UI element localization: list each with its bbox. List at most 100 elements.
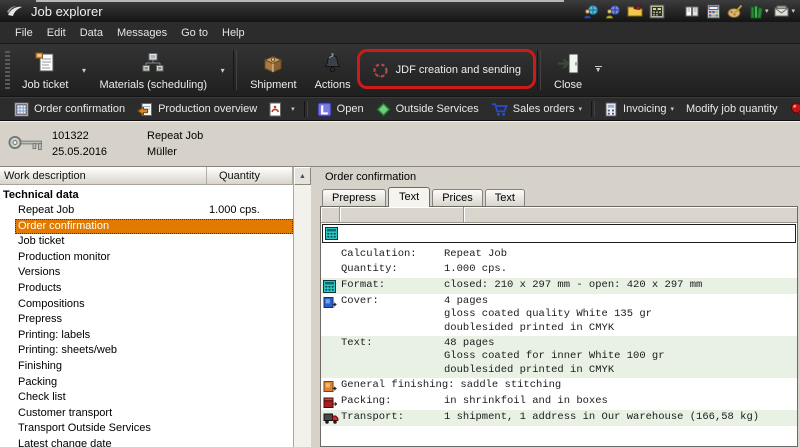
tree-item-order-confirmation[interactable]: Order confirmation (15, 219, 293, 235)
detail-value-line: gloss coated quality White 135 gr (444, 308, 652, 321)
calculator-color-icon (706, 4, 721, 19)
tree-item-label: Packing (0, 375, 201, 391)
shipment-button[interactable]: Shipment (241, 44, 305, 96)
tree-item-customer-transport[interactable]: Customer transport (0, 406, 293, 422)
tree-item-printing-sheets-web[interactable]: Printing: sheets/web (0, 343, 293, 359)
menu-item-file[interactable]: File (8, 24, 40, 42)
materials-scheduling-dropdown-button[interactable]: ▾ (216, 44, 229, 96)
tree-item-production-monitor[interactable]: Production monitor (0, 250, 293, 266)
detail-value-line: doublesided printed in CMYK (444, 364, 665, 377)
detail-rows: Calculation:Repeat JobQuantity:1.000 cps… (321, 244, 797, 446)
tree-item-versions[interactable]: Versions (0, 265, 293, 281)
tree-item-job-ticket[interactable]: Job ticket (0, 234, 293, 250)
jdf-creation-and-sending-button[interactable]: JDF creation and sending (360, 44, 533, 96)
job-ticket-button[interactable]: Job ticket (13, 44, 77, 96)
tree-item-latest-change-date[interactable]: Latest change date (0, 437, 293, 447)
tree-group-technical-data[interactable]: Technical data (0, 187, 293, 203)
invoicing-button[interactable]: Invoicing▾ (598, 100, 680, 119)
tree-item-printing-labels[interactable]: Printing: labels (0, 328, 293, 344)
books-button[interactable]: ▾ (746, 3, 772, 20)
detail-label: Transport: (341, 411, 444, 425)
actions-button[interactable]: Actions (306, 44, 360, 96)
arrow-up-icon: ▲ (299, 173, 306, 180)
open-button[interactable]: Open (311, 100, 370, 119)
tree-item-transport-outside-services[interactable]: Transport Outside Services (0, 421, 293, 437)
jdf-circle-icon (372, 62, 389, 79)
detail-value: in shrinkfoil and in boxes (444, 395, 608, 409)
tree-item-prepress[interactable]: Prepress (0, 312, 293, 328)
tree-item-repeat-job[interactable]: Repeat Job1.000 cps. (0, 203, 293, 219)
tree-item-label: Job ticket (0, 234, 201, 250)
detail-packing: Packing:in shrinkfoil and in boxes (321, 394, 797, 410)
button-label: Job ticket (22, 79, 68, 91)
tree-item-compositions[interactable]: Compositions (0, 297, 293, 313)
menu-item-help[interactable]: Help (215, 24, 252, 42)
calculator-frame-button[interactable] (646, 3, 668, 20)
menu-item-messages[interactable]: Messages (110, 24, 174, 42)
tree-item-products[interactable]: Products (0, 281, 293, 297)
scrollbar-up-button[interactable]: ▲ (294, 167, 311, 185)
tree-item-label: Production monitor (0, 250, 201, 266)
pdf-icon-button[interactable]: ▾ (263, 100, 301, 119)
button-label: Modify job quantity (686, 103, 778, 115)
tree-item-finishing[interactable]: Finishing (0, 359, 293, 375)
page-orange-icon (323, 379, 341, 393)
modify-job-quantity-button[interactable]: Modify job quantity (680, 101, 784, 117)
materials-scheduling-button[interactable]: Materials (scheduling) (90, 44, 216, 96)
tree-item-check-list[interactable]: Check list (0, 390, 293, 406)
modify-status-button[interactable]: Modify status (784, 100, 800, 119)
production-overview-button[interactable]: Production overview (131, 100, 263, 119)
tree-item-quantity: 1.000 cps. (201, 203, 293, 219)
tree-item-packing[interactable]: Packing (0, 375, 293, 391)
outside-services-button[interactable]: Outside Services (370, 100, 485, 119)
sales-orders-button[interactable]: Sales orders▾ (485, 100, 588, 119)
vertical-scrollbar[interactable]: ▲ (293, 167, 311, 447)
confirmation-row-selected[interactable] (322, 224, 796, 243)
detail-value-line: Gloss coated for inner White 100 gr (444, 350, 665, 363)
tree-item-quantity (201, 359, 293, 375)
app-logo-icon (6, 4, 24, 18)
folder-bird-button[interactable] (624, 3, 646, 19)
mail-button[interactable]: ▾ (771, 4, 798, 19)
user-globe-button[interactable] (580, 3, 602, 20)
materials-scheduling-button-group: Materials (scheduling) ▾ (90, 44, 229, 96)
toolbar-grip[interactable] (5, 51, 10, 89)
tree-item-quantity (201, 390, 293, 406)
menu-item-data[interactable]: Data (73, 24, 110, 42)
toolbar-separator (304, 101, 308, 117)
job-ticket-dropdown-button[interactable]: ▾ (77, 44, 90, 96)
palette-icon (727, 4, 743, 19)
tab-text[interactable]: Text (485, 189, 525, 206)
tab-prepress[interactable]: Prepress (322, 189, 386, 206)
modify-status-icon (790, 102, 800, 117)
calculator-color-button[interactable] (703, 3, 724, 20)
button-label: Actions (315, 79, 351, 91)
quick-toolbar: Order confirmationProduction overview▾ Op… (0, 97, 800, 121)
menu-item-edit[interactable]: Edit (40, 24, 73, 42)
button-label: Materials (scheduling) (99, 79, 207, 91)
screen-edge-artifact (36, 0, 564, 2)
column-header-work-description[interactable]: Work description (0, 167, 207, 184)
column-header-quantity[interactable]: Quantity (207, 167, 293, 184)
user-globe-blue-button[interactable] (602, 3, 624, 20)
palette-button[interactable] (724, 3, 746, 20)
detail-label: Calculation: (341, 248, 444, 261)
detail-value-line: 4 pages (444, 295, 652, 308)
book-button[interactable] (681, 3, 703, 19)
tree-item-quantity (201, 297, 293, 313)
table-header-cell (340, 207, 464, 222)
calculator-teal-icon (325, 227, 338, 240)
detail-icon-slot (323, 337, 341, 377)
tree-item-quantity (201, 421, 293, 437)
close-button[interactable]: Close (545, 44, 591, 96)
menu-item-go-to[interactable]: Go to (174, 24, 215, 42)
tab-prices[interactable]: Prices (432, 189, 483, 206)
detail-general-finishing: General finishing:saddle stitching (321, 378, 797, 394)
order-confirmation-panel: Order confirmation PrepressTextPricesTex… (319, 166, 800, 447)
job-info-grid: 101322 Repeat Job 25.05.2016 Müller (52, 130, 203, 158)
detail-label: Quantity: (341, 263, 444, 276)
panel-splitter[interactable] (311, 166, 319, 447)
order-confirmation-button[interactable]: Order confirmation (8, 100, 131, 119)
tab-text[interactable]: Text (388, 187, 430, 207)
toolbar-overflow-button[interactable]: ▼ (591, 44, 605, 96)
